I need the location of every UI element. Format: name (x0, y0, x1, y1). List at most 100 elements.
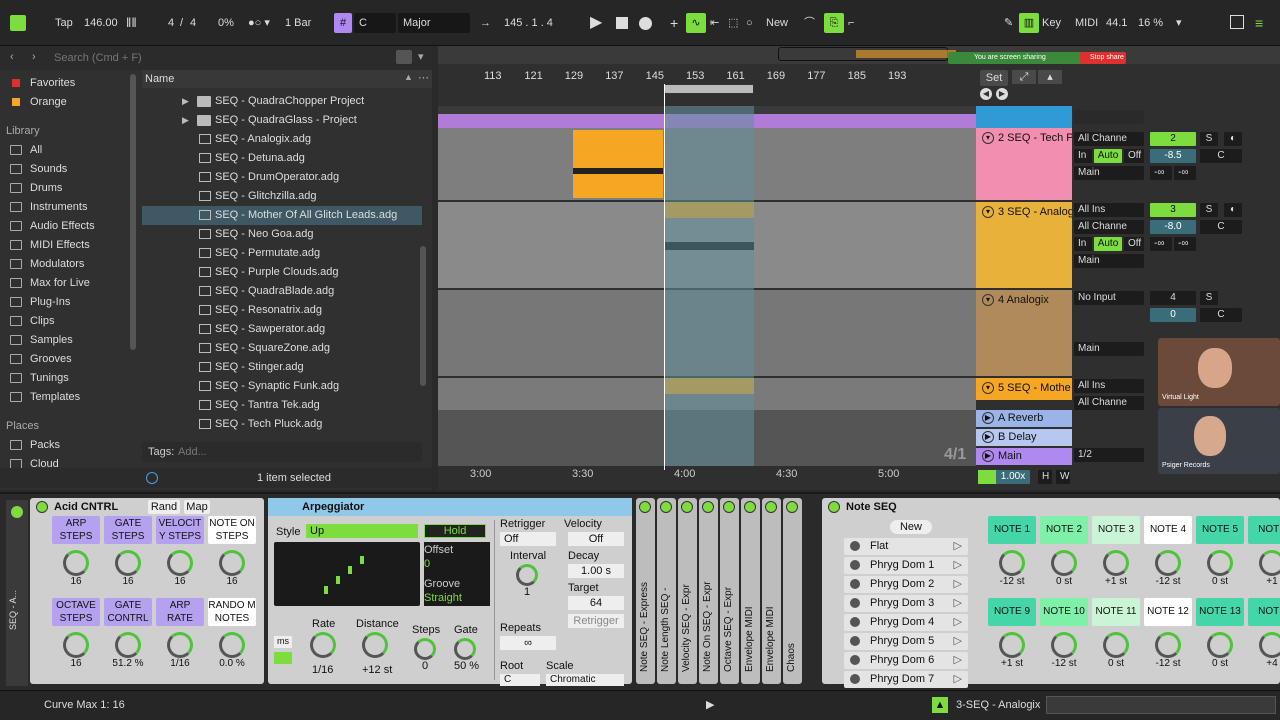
output-analog[interactable]: Main (1074, 254, 1144, 268)
overview-bar[interactable]: You are screen sharing Stop share (438, 46, 1280, 64)
metronome-toggle-icon[interactable]: ●○ ▾ (248, 12, 270, 34)
tap-button[interactable]: Tap (55, 12, 73, 34)
link-icon[interactable] (10, 15, 26, 31)
library-item[interactable]: Drums (6, 179, 128, 198)
master-header[interactable] (976, 106, 1072, 128)
back-to-arrangement-icon[interactable]: ⇤ (710, 12, 719, 34)
filter-dropdown-icon[interactable]: ▾ (418, 50, 424, 63)
monitor-off-analog[interactable]: Off (1124, 237, 1144, 251)
midi-capture-icon[interactable]: ⎘ (824, 13, 844, 33)
file-row[interactable]: SEQ - Neo Goa.adg (142, 225, 422, 244)
note-step-label[interactable]: NOTE (1248, 598, 1280, 626)
back-icon[interactable]: ‹ (10, 51, 14, 63)
channel-mother[interactable]: All Channe (1074, 396, 1144, 410)
preset-play-icon[interactable]: ▷ (954, 538, 962, 555)
preset-play-icon[interactable]: ▷ (954, 614, 962, 631)
note-step-label[interactable]: NOTE 1 (988, 516, 1036, 544)
key-map-button[interactable]: Key (1042, 12, 1061, 34)
preset-item[interactable]: Phryg Dom 3 ▷ (844, 595, 968, 612)
metronome-icon[interactable]: ‖‖ (126, 12, 137, 34)
gate-knob[interactable] (454, 638, 476, 660)
keyboard-icon[interactable]: ▥ (1019, 13, 1039, 33)
preset-save-icon[interactable] (850, 674, 860, 684)
input-mother[interactable]: All Ins (1074, 379, 1144, 393)
fold-icon[interactable]: ▾ (982, 382, 994, 395)
preset-item[interactable]: Phryg Dom 1 ▷ (844, 557, 968, 574)
file-row[interactable]: SEQ - Synaptic Funk.adg (142, 377, 422, 396)
note-step-label[interactable]: NOTE 2 (1040, 516, 1088, 544)
steps-knob[interactable] (414, 638, 436, 660)
macro-knob[interactable] (63, 632, 89, 658)
sig-denominator[interactable]: 4 (190, 12, 196, 34)
note-step-label[interactable]: NOTE 5 (1196, 516, 1244, 544)
note-step-label[interactable]: NOTE 10 (1040, 598, 1088, 626)
search-input[interactable] (48, 49, 388, 67)
macro-knob[interactable] (167, 550, 193, 576)
chain-device[interactable]: Note Length SEQ - (657, 498, 676, 684)
note-knob[interactable] (1155, 632, 1181, 658)
root-key-select[interactable]: C (354, 13, 396, 33)
scale-select[interactable]: Major (398, 13, 470, 33)
filter-icon[interactable] (396, 50, 412, 64)
monitor-off-tech[interactable]: Off (1124, 149, 1144, 163)
file-row[interactable]: SEQ - Analogix.adg (142, 130, 422, 149)
collection-orange[interactable]: Orange (6, 93, 128, 112)
power-icon[interactable] (660, 501, 672, 513)
note-knob[interactable] (1155, 550, 1181, 576)
clip-tech-pluck[interactable] (573, 130, 663, 198)
loop-icon[interactable]: ⬚ (728, 12, 738, 34)
note-step-label[interactable]: NOTE (1248, 516, 1280, 544)
track-header-analogix[interactable]: ▾ 4 Analogix (976, 290, 1072, 376)
preset-item[interactable]: Phryg Dom 7 ▷ (844, 671, 968, 688)
library-item[interactable]: Modulators (6, 255, 128, 274)
macro-knob[interactable] (115, 632, 141, 658)
track-number-analogix[interactable]: 4 (1150, 291, 1196, 305)
power-icon[interactable] (681, 501, 693, 513)
new-clip-button[interactable]: New (766, 12, 788, 34)
hold-toggle[interactable]: Hold (424, 524, 486, 538)
input-analog[interactable]: All Ins (1074, 203, 1144, 217)
file-row[interactable]: SEQ - Detuna.adg (142, 149, 422, 168)
return-a-header[interactable]: ▶ A Reverb (976, 410, 1072, 427)
channel-analog[interactable]: All Channe (1074, 220, 1144, 234)
note-knob[interactable] (1207, 550, 1233, 576)
track-number-analog[interactable]: 3 (1150, 203, 1196, 217)
power-icon[interactable] (786, 501, 798, 513)
power-icon[interactable] (723, 501, 735, 513)
return-b-header[interactable]: ▶ B Delay (976, 429, 1072, 446)
monitor-auto-analog[interactable]: Auto (1094, 237, 1122, 251)
note-step-label[interactable]: NOTE 13 (1196, 598, 1244, 626)
monitor-in-tech[interactable]: In (1074, 149, 1092, 163)
chain-device[interactable]: Note SEQ - Express (636, 498, 655, 684)
expand-arrow-icon[interactable]: ▶ (182, 92, 189, 111)
velocity-toggle[interactable]: Off (568, 532, 624, 546)
note-knob[interactable] (999, 550, 1025, 576)
arm-icon-tech[interactable]: ◐ (1224, 132, 1242, 146)
fold-icon[interactable]: ▾ (982, 132, 994, 145)
volume-tech[interactable]: -8.5 (1150, 149, 1196, 163)
input-analogix[interactable]: No Input (1074, 291, 1144, 305)
mini-overview[interactable] (1046, 696, 1276, 714)
folder-row[interactable]: ▶ SEQ - QuadraChopper Project (142, 92, 422, 111)
sidebar-scrollbar[interactable] (130, 74, 136, 350)
file-row[interactable]: SEQ - DrumOperator.adg (142, 168, 422, 187)
library-item[interactable]: Instruments (6, 198, 128, 217)
retrigger-button[interactable]: Retrigger (568, 614, 624, 628)
macro-knob[interactable] (219, 632, 245, 658)
file-row[interactable]: SEQ - QuadraBlade.adg (142, 282, 422, 301)
output-analogix[interactable]: Main (1074, 342, 1144, 356)
chain-device[interactable]: Chaos (783, 498, 802, 684)
power-icon[interactable] (765, 501, 777, 513)
library-item[interactable]: MIDI Effects (6, 236, 128, 255)
track-header-analog[interactable]: ▾ 3 SEQ - Analog (976, 202, 1072, 288)
send-b-analog[interactable]: -∞ (1174, 237, 1196, 251)
track-header-mother[interactable]: ▾ 5 SEQ - Mothe (976, 378, 1072, 400)
sort-icon[interactable]: ▲ (404, 72, 413, 82)
chain-device[interactable]: Octave SEQ - Expr (720, 498, 739, 684)
loop-region[interactable] (664, 106, 754, 466)
solo-button-analog[interactable]: S (1200, 203, 1218, 217)
overdub-icon[interactable]: + (670, 12, 678, 34)
play-icon[interactable]: ▶ (590, 12, 602, 34)
stop-icon[interactable] (616, 17, 628, 29)
solo-button-analogix[interactable]: S (1200, 291, 1218, 305)
